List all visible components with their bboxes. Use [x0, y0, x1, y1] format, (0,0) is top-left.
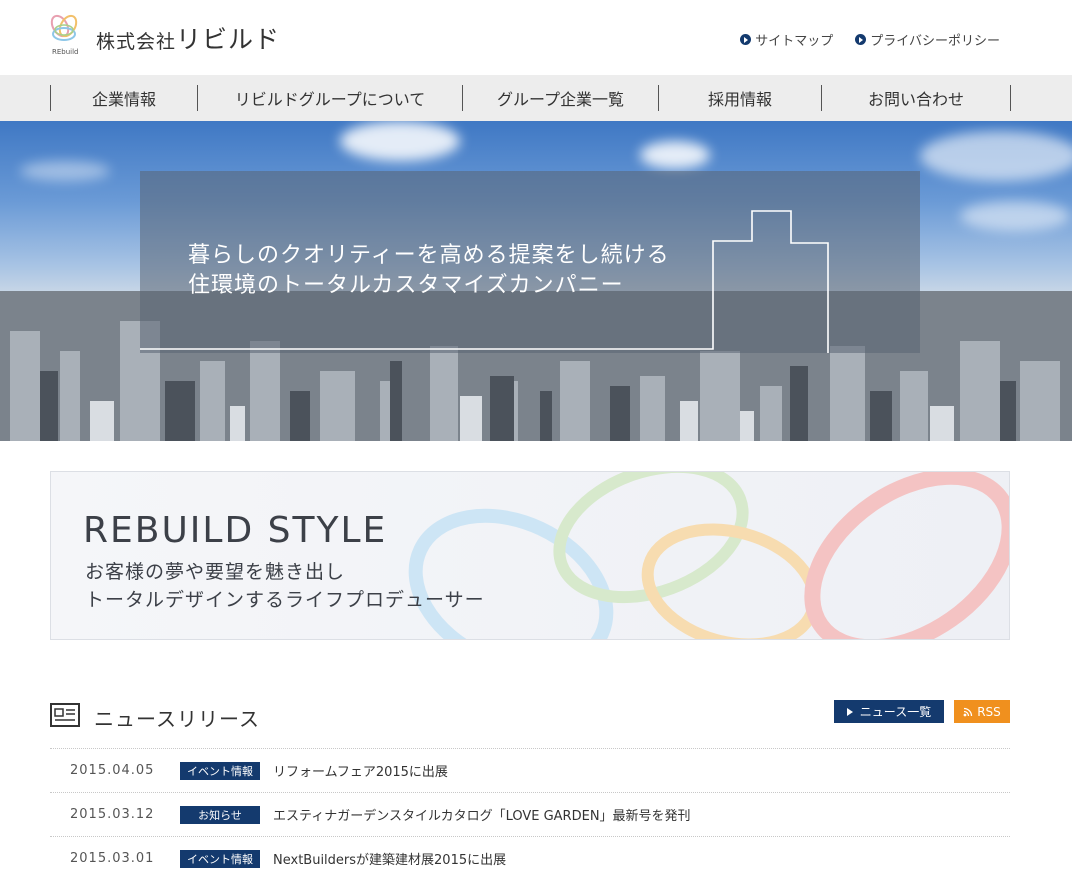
hero-overlay-box: 暮らしのクオリティーを高める提案をし続ける 住環境のトータルカスタマイズカンパニ…	[140, 171, 920, 353]
cloud	[640, 141, 710, 169]
global-nav: 企業情報 リビルドグループについて グループ企業一覧 採用情報 お問い合わせ	[0, 75, 1072, 121]
utility-links: サイトマップ プライバシーポリシー	[740, 30, 1000, 49]
news-date: 2015.03.12	[70, 807, 155, 822]
news-category-badge: お知らせ	[180, 805, 260, 824]
nav-item-recruit[interactable]: 採用情報	[658, 85, 821, 111]
nav-item-label: お問い合わせ	[867, 90, 964, 109]
cloud	[920, 131, 1072, 181]
newspaper-icon	[50, 703, 80, 727]
cloud	[960, 201, 1070, 231]
nav-item-label: 採用情報	[707, 90, 772, 109]
nav-item-about-group[interactable]: リビルドグループについて	[197, 85, 462, 111]
news-category-badge: イベント情報	[180, 849, 260, 868]
news-item[interactable]: 2015.04.05 イベント情報 リフォームフェア2015に出展	[50, 748, 1010, 792]
news-item[interactable]: 2015.03.01 イベント情報 NextBuildersが建築建材展2015…	[50, 836, 1010, 880]
news-headline: エスティナガーデンスタイルカタログ「LOVE GARDEN」最新号を発刊	[273, 809, 691, 824]
rss-button-label: RSS	[977, 704, 1001, 719]
news-date: 2015.04.05	[70, 763, 155, 778]
privacy-policy-link[interactable]: プライバシーポリシー	[855, 30, 1000, 49]
company-name[interactable]: 株式会社リビルド	[96, 20, 280, 56]
nav-item-contact[interactable]: お問い合わせ	[821, 85, 1011, 111]
style-title: REBUILD STYLE	[83, 510, 388, 551]
news-date: 2015.03.01	[70, 851, 155, 866]
company-name-main: リビルド	[176, 25, 281, 54]
nav-item-label: 企業情報	[91, 90, 156, 109]
news-list-button-label: ニュース一覧	[859, 705, 932, 719]
news-list: 2015.04.05 イベント情報 リフォームフェア2015に出展 2015.0…	[50, 748, 1010, 880]
decorative-rings-icon	[408, 472, 1009, 639]
rss-button[interactable]: RSS	[954, 700, 1010, 723]
nav-item-label: リビルドグループについて	[234, 90, 426, 109]
news-headline: NextBuildersが建築建材展2015に出展	[273, 853, 507, 868]
company-logo-icon[interactable]: REbuild	[48, 12, 84, 60]
style-subtitle-line2: トータルデザインするライフプロデューサー	[85, 589, 485, 611]
rss-icon	[963, 707, 973, 716]
privacy-policy-link-label: プライバシーポリシー	[870, 34, 1000, 49]
building-outline-icon	[140, 210, 829, 353]
company-prefix: 株式会社	[96, 31, 177, 53]
nav-item-company[interactable]: 企業情報	[50, 85, 197, 111]
news-header: ニュースリリース ニュース一覧 RSS	[50, 700, 1010, 732]
news-list-button[interactable]: ニュース一覧	[834, 700, 944, 723]
arrow-circle-icon	[855, 34, 867, 45]
news-category-badge: イベント情報	[180, 761, 260, 780]
news-headline: リフォームフェア2015に出展	[273, 765, 448, 780]
style-subtitle: お客様の夢や要望を魅き出し トータルデザインするライフプロデューサー	[85, 558, 485, 614]
play-triangle-icon	[846, 707, 853, 716]
site-header: REbuild 株式会社リビルド サイトマップ プライバシーポリシー	[0, 0, 1072, 75]
sitemap-link[interactable]: サイトマップ	[740, 30, 833, 49]
hero-banner: 暮らしのクオリティーを高める提案をし続ける 住環境のトータルカスタマイズカンパニ…	[0, 121, 1072, 441]
style-subtitle-line1: お客様の夢や要望を魅き出し	[85, 561, 346, 583]
arrow-circle-icon	[740, 34, 752, 45]
sitemap-link-label: サイトマップ	[755, 34, 834, 49]
news-title: ニュースリリース	[94, 707, 260, 731]
nav-item-label: グループ企業一覧	[496, 90, 625, 109]
cloud	[20, 161, 110, 181]
nav-item-group-companies[interactable]: グループ企業一覧	[462, 85, 658, 111]
logo-mark-text: REbuild	[52, 48, 79, 56]
cloud	[340, 121, 460, 161]
news-item[interactable]: 2015.03.12 お知らせ エスティナガーデンスタイルカタログ「LOVE G…	[50, 792, 1010, 836]
rebuild-style-banner[interactable]: REBUILD STYLE お客様の夢や要望を魅き出し トータルデザインするライ…	[50, 471, 1010, 640]
